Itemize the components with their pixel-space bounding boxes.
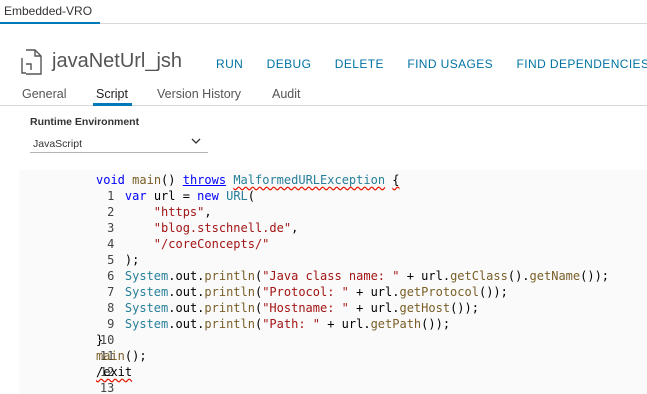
code-editor[interactable]: 1 void main() throws MalformedURLExcepti… [19,170,647,394]
code-line: 6 ); [19,252,647,283]
runtime-environment-label: Runtime Environment [30,116,140,128]
delete-button[interactable]: DELETE [335,57,384,71]
tab-general[interactable]: General [22,87,66,101]
tab-script[interactable]: Script [96,87,128,101]
embedded-vro-tab[interactable]: Embedded-VRO [4,4,92,18]
find-usages-button[interactable]: FIND USAGES [407,57,493,71]
code-line: 4 "blog.stschnell.de", [19,220,647,251]
code-text: "/coreConcepts/" [153,237,270,251]
code-text: var url = new URL( [124,189,256,203]
code-text: } [96,333,104,347]
runtime-environment-select[interactable]: JavaScript [30,135,208,153]
top-tab-bar: Embedded-VRO [0,0,647,24]
file-code-icon [21,49,42,75]
code-text: "https", [153,205,212,219]
code-text: "blog.stschnell.de", [153,221,299,235]
code-text: System.out.println("Hostname: " + url.ge… [124,301,479,315]
code-text: /exit [96,365,133,379]
code-line: 12 main(); [19,348,647,379]
code-line: 5 "/coreConcepts/" [19,236,647,267]
code-text: System.out.println("Path: " + url.getPat… [124,317,451,331]
code-line: 3 "https", [19,204,647,235]
code-line: 13 /exit [19,364,647,394]
page-title: javaNetUrl_jsh [52,50,183,72]
action-bar: RUN DEBUG DELETE FIND USAGES FIND DEPEND… [216,55,647,73]
code-text: System.out.println("Protocol: " + url.ge… [124,285,508,299]
code-text: void main() throws MalformedURLException… [96,173,400,187]
code-text: main(); [96,349,147,363]
code-line: 9 System.out.println("Hostname: " + url.… [19,300,647,331]
code-line: 1 void main() throws MalformedURLExcepti… [19,172,647,203]
code-text: System.out.println("Java class name: " +… [124,269,610,283]
code-line: 10 System.out.println("Path: " + url.get… [19,316,647,347]
sub-tab-bar: General Script Version History Audit [0,84,647,106]
run-button[interactable]: RUN [216,57,243,71]
code-line: 7 System.out.println("Java class name: "… [19,268,647,299]
code-text: ); [96,253,140,267]
debug-button[interactable]: DEBUG [267,57,312,71]
script-header: javaNetUrl_jsh RUN DEBUG DELETE FIND USA… [20,45,647,79]
tab-audit[interactable]: Audit [272,87,301,101]
find-dependencies-button[interactable]: FIND DEPENDENCIES [517,57,647,71]
code-lines: 1 void main() throws MalformedURLExcepti… [19,172,647,394]
line-number: 13 [99,381,115,394]
code-line: 11 } [19,332,647,363]
code-line: 8 System.out.println("Protocol: " + url.… [19,284,647,315]
runtime-selected-value: JavaScript [33,138,83,150]
code-line: 2 var url = new URL( [19,188,647,219]
active-tab-indicator [0,22,100,24]
tab-version-history[interactable]: Version History [157,87,241,101]
active-subtab-indicator [93,103,132,106]
chevron-down-icon [191,138,201,144]
